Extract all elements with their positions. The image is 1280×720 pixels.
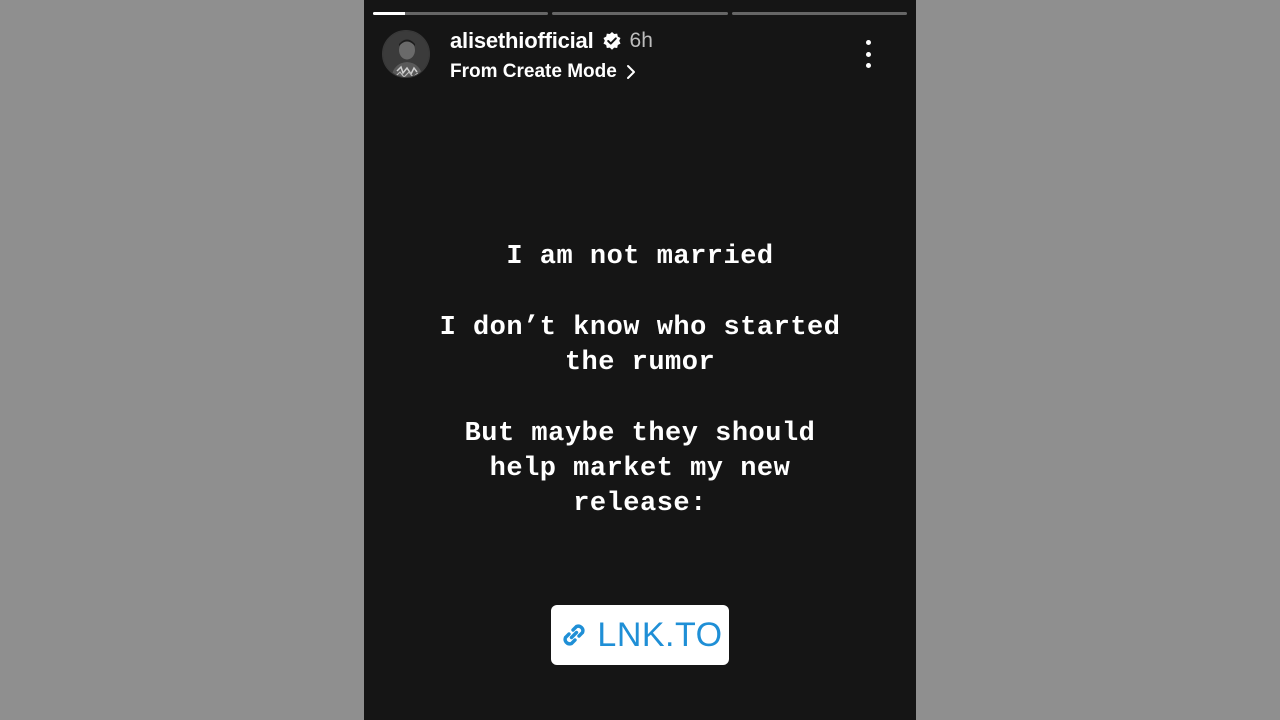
more-dot — [865, 51, 871, 57]
story-frame[interactable]: alisethiofficial 6h From Create Mode I a… — [364, 0, 916, 720]
message-paragraph-2: I don’t know who started the rumor — [364, 311, 916, 381]
message-line: I don’t know who started — [439, 313, 841, 343]
message-paragraph-3: But maybe they should help market my new… — [364, 417, 916, 522]
create-mode-label: From Create Mode — [450, 61, 617, 82]
username[interactable]: alisethiofficial — [450, 28, 594, 54]
link-icon — [557, 618, 591, 652]
verified-badge-icon — [602, 31, 622, 51]
more-dot — [865, 63, 871, 68]
link-sticker[interactable]: LNK.TO — [551, 605, 729, 665]
story-timestamp: 6h — [629, 29, 653, 52]
progress-segment-1 — [373, 12, 549, 15]
message-paragraph-1: I am not married — [364, 240, 916, 275]
profile-avatar[interactable] — [382, 30, 430, 78]
message-line: release: — [573, 489, 707, 519]
story-header: alisethiofficial 6h From Create Mode — [382, 28, 898, 83]
progress-segment-2 — [552, 12, 728, 15]
message-line: But maybe they should — [464, 419, 816, 449]
create-mode-link[interactable]: From Create Mode — [450, 61, 637, 83]
message-line: I am not married — [506, 242, 774, 272]
more-vertical-icon[interactable] — [856, 38, 880, 70]
story-progress-bar — [373, 12, 907, 15]
link-sticker-label: LNK.TO — [597, 615, 723, 654]
more-dot — [865, 40, 871, 45]
viewer-background: alisethiofficial 6h From Create Mode I a… — [0, 0, 1280, 720]
message-line: help market my new — [489, 454, 791, 484]
chevron-right-icon — [625, 64, 637, 80]
progress-segment-3 — [731, 12, 907, 15]
message-line: the rumor — [564, 348, 716, 378]
avatar-image — [383, 31, 429, 77]
username-row: alisethiofficial 6h — [450, 28, 653, 54]
